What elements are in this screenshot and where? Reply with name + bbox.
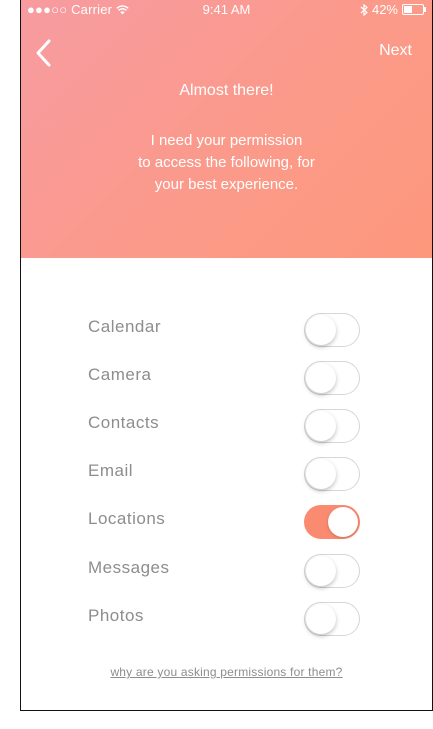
messages-toggle[interactable] bbox=[304, 554, 360, 588]
toggle-knob bbox=[306, 363, 336, 393]
toggle-knob bbox=[328, 507, 358, 537]
permission-label: Email bbox=[88, 461, 134, 480]
toggle-knob bbox=[306, 604, 336, 634]
contacts-toggle[interactable] bbox=[304, 409, 360, 443]
permission-row-camera: Camera bbox=[21, 355, 432, 395]
toggle-knob bbox=[306, 459, 336, 489]
photos-toggle[interactable] bbox=[304, 602, 360, 636]
permission-row-contacts: Contacts bbox=[21, 403, 432, 443]
bluetooth-icon bbox=[360, 3, 368, 16]
permission-row-messages: Messages bbox=[21, 548, 432, 588]
phone-screen: ●●●○○ Carrier 9:41 AM 42% Next Almost th… bbox=[20, 0, 433, 711]
battery-icon bbox=[402, 4, 426, 15]
header-message-line: your best experience. bbox=[154, 176, 299, 193]
next-button[interactable]: Next bbox=[379, 42, 412, 60]
permission-row-calendar: Calendar bbox=[21, 307, 432, 347]
toggle-knob bbox=[306, 411, 336, 441]
header-message: I need your permission to access the fol… bbox=[81, 130, 372, 196]
permission-label: Camera bbox=[88, 365, 152, 384]
battery-percent: 42% bbox=[371, 2, 398, 17]
permission-label: Locations bbox=[88, 509, 166, 528]
toggle-knob bbox=[306, 315, 336, 345]
header-title: Almost there! bbox=[179, 82, 274, 99]
permission-label: Contacts bbox=[88, 413, 160, 432]
back-button[interactable] bbox=[33, 38, 57, 68]
email-toggle[interactable] bbox=[304, 457, 360, 491]
permission-label: Photos bbox=[88, 606, 144, 625]
divider bbox=[21, 710, 432, 711]
battery-fill bbox=[404, 6, 413, 13]
permission-row-email: Email bbox=[21, 451, 432, 491]
status-right: 42% bbox=[360, 2, 426, 17]
header-message-line: to access the following, for bbox=[138, 154, 315, 171]
permission-header: ●●●○○ Carrier 9:41 AM 42% Next Almost th… bbox=[21, 0, 432, 258]
permission-label: Calendar bbox=[88, 317, 161, 336]
why-permissions-link[interactable]: why are you asking permissions for them? bbox=[21, 665, 432, 679]
toggle-knob bbox=[306, 556, 336, 586]
permission-row-photos: Photos bbox=[21, 596, 432, 636]
status-bar: ●●●○○ Carrier 9:41 AM 42% bbox=[21, 0, 432, 20]
permission-row-locations: Locations bbox=[21, 499, 432, 539]
calendar-toggle[interactable] bbox=[304, 313, 360, 347]
permission-label: Messages bbox=[88, 558, 170, 577]
locations-toggle[interactable] bbox=[304, 505, 360, 539]
header-message-line: I need your permission bbox=[150, 132, 303, 149]
camera-toggle[interactable] bbox=[304, 361, 360, 395]
chevron-left-icon bbox=[36, 39, 51, 67]
